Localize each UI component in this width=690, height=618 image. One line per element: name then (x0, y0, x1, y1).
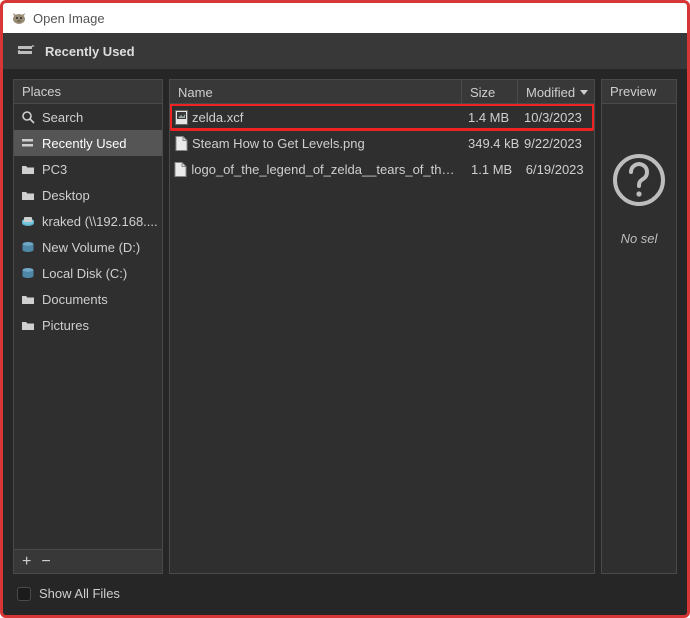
titlebar[interactable]: Open Image (3, 3, 687, 33)
splitter-handle[interactable] (170, 332, 173, 354)
file-row[interactable]: Steam How to Get Levels.png349.4 kB9/22/… (170, 130, 594, 156)
places-item[interactable]: New Volume (D:) (14, 234, 162, 260)
file-name: zelda.xcf (192, 110, 462, 125)
files-header: Name Size Modified (170, 80, 594, 104)
remove-place-button[interactable]: − (41, 553, 50, 571)
places-item-label: Local Disk (C:) (42, 266, 127, 281)
file-size: 1.1 MB (465, 162, 520, 177)
preview-body: No sel (602, 104, 676, 573)
recent-icon (20, 135, 36, 151)
drive-icon (20, 265, 36, 281)
file-icon (170, 110, 192, 125)
places-item-label: Desktop (42, 188, 90, 203)
app-icon (11, 10, 27, 26)
places-item[interactable]: Pictures (14, 312, 162, 338)
preview-header: Preview (602, 80, 676, 104)
places-item[interactable]: Documents (14, 286, 162, 312)
window-title: Open Image (33, 11, 105, 26)
places-item[interactable]: Search (14, 104, 162, 130)
body-area: Places Search Recently Used PC3 Desktop krak… (3, 69, 687, 574)
chevron-down-icon (579, 85, 589, 100)
places-item[interactable]: PC3 (14, 156, 162, 182)
drive-icon (20, 239, 36, 255)
places-item-label: Search (42, 110, 83, 125)
places-item-label: Recently Used (42, 136, 127, 151)
places-item[interactable]: Desktop (14, 182, 162, 208)
preview-panel: Preview No sel (601, 79, 677, 574)
places-panel: Places Search Recently Used PC3 Desktop krak… (13, 79, 163, 574)
places-item[interactable]: Local Disk (C:) (14, 260, 162, 286)
network-icon (20, 213, 36, 229)
places-item-label: Documents (42, 292, 108, 307)
files-panel: Name Size Modified zelda.xcf1.4 MB10/3/2… (169, 79, 595, 574)
folder-icon (20, 187, 36, 203)
file-name: logo_of_the_legend_of_zelda__tears_of_th… (191, 162, 465, 177)
places-item[interactable]: Recently Used (14, 130, 162, 156)
recent-icon (17, 44, 35, 58)
preview-header-label: Preview (610, 84, 656, 99)
open-image-dialog: Open Image Recently Used Places Search Re… (0, 0, 690, 618)
places-list: Search Recently Used PC3 Desktop kraked (\\1… (14, 104, 162, 549)
file-modified: 6/19/2023 (520, 162, 594, 177)
question-icon (611, 152, 667, 211)
show-all-files-label: Show All Files (39, 586, 120, 601)
folder-icon (20, 291, 36, 307)
places-item-label: kraked (\\192.168.... (42, 214, 158, 229)
places-item[interactable]: kraked (\\192.168.... (14, 208, 162, 234)
file-row[interactable]: logo_of_the_legend_of_zelda__tears_of_th… (170, 156, 594, 182)
bottom-row: Show All Files (3, 574, 687, 615)
files-list: zelda.xcf1.4 MB10/3/2023Steam How to Get… (170, 104, 594, 573)
location-label: Recently Used (45, 44, 135, 59)
file-size: 349.4 kB (462, 136, 518, 151)
column-size[interactable]: Size (462, 80, 518, 104)
places-item-label: Pictures (42, 318, 89, 333)
column-name[interactable]: Name (170, 80, 462, 104)
file-size: 1.4 MB (462, 110, 518, 125)
places-header[interactable]: Places (14, 80, 162, 104)
folder-icon (20, 317, 36, 333)
search-icon (20, 109, 36, 125)
places-item-label: PC3 (42, 162, 67, 177)
file-icon (170, 136, 192, 151)
file-modified: 10/3/2023 (518, 110, 594, 125)
column-modified[interactable]: Modified (518, 80, 594, 104)
file-modified: 9/22/2023 (518, 136, 594, 151)
file-name: Steam How to Get Levels.png (192, 136, 462, 151)
places-footer: + − (14, 549, 162, 573)
no-selection-label: No sel (621, 231, 658, 246)
places-item-label: New Volume (D:) (42, 240, 140, 255)
location-row: Recently Used (3, 33, 687, 69)
file-icon (170, 162, 191, 177)
add-place-button[interactable]: + (22, 553, 31, 571)
places-header-label: Places (22, 84, 61, 99)
show-all-files-checkbox[interactable] (17, 587, 31, 601)
file-row[interactable]: zelda.xcf1.4 MB10/3/2023 (170, 104, 594, 130)
folder-icon (20, 161, 36, 177)
